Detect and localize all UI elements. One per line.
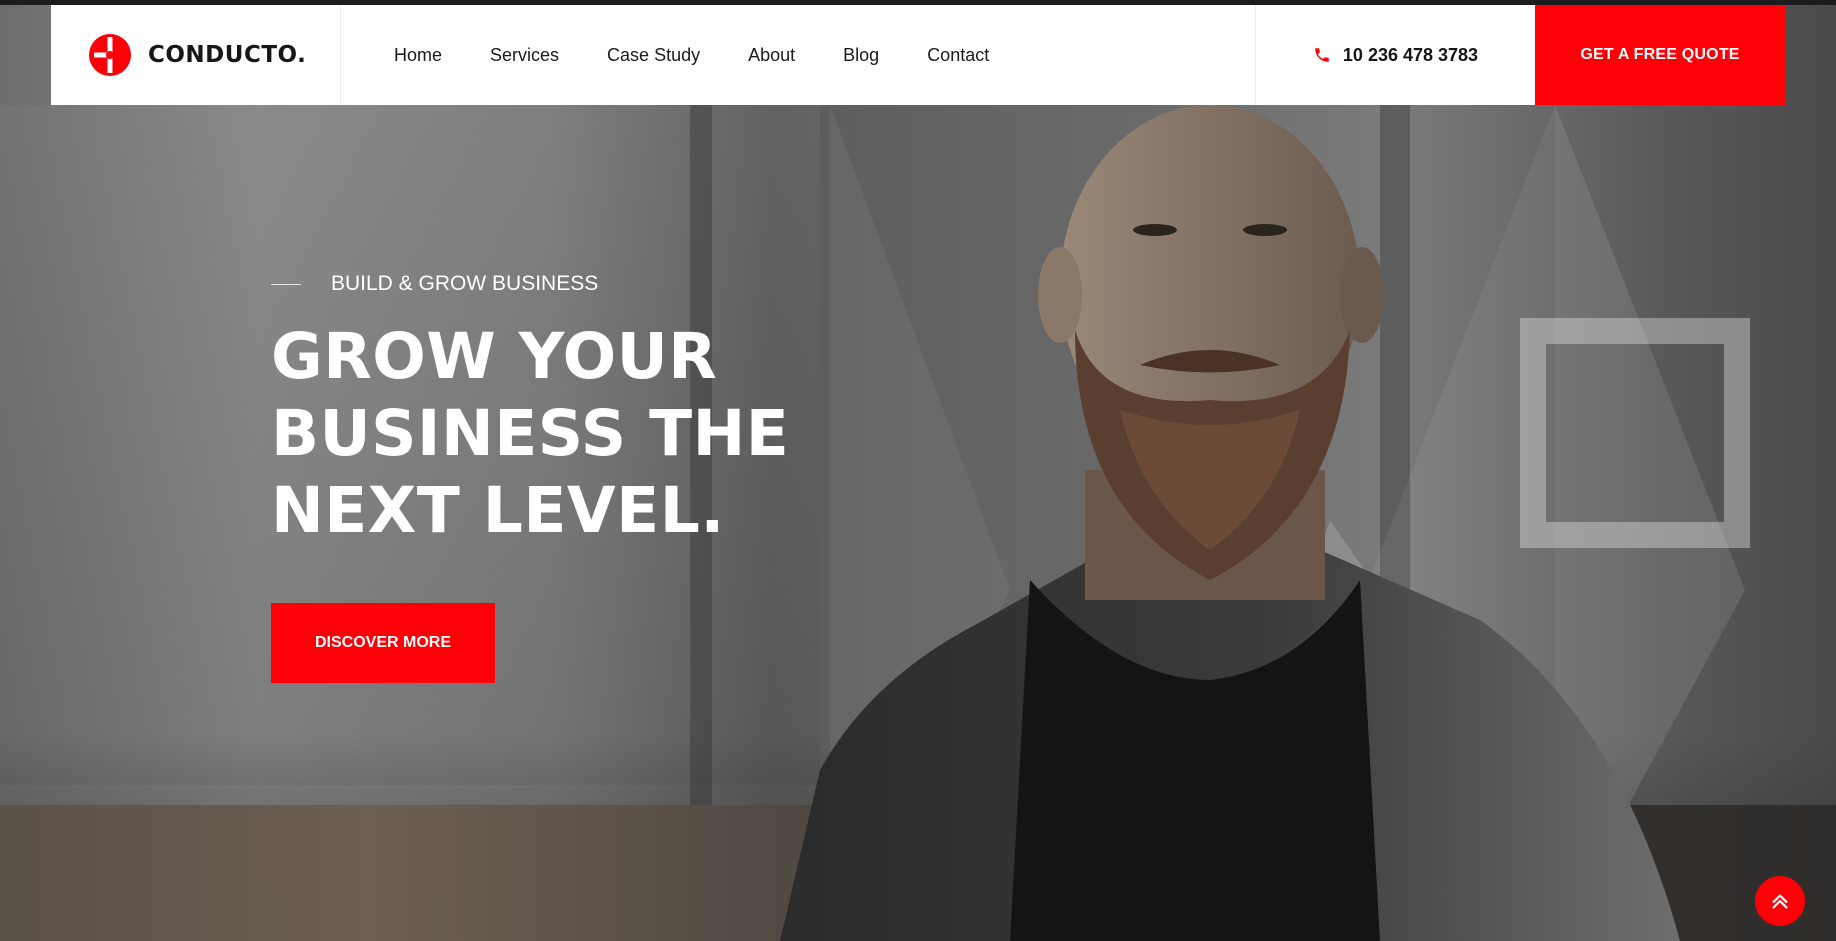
eyebrow-divider: [271, 283, 301, 285]
discover-more-button[interactable]: DISCOVER MORE: [271, 603, 495, 683]
eyebrow-text: BUILD & GROW BUSINESS: [331, 272, 599, 295]
hero-title: GROW YOUR BUSINESS THE NEXT LEVEL.: [271, 320, 790, 547]
brand-logo[interactable]: CONDUCTO.: [51, 5, 341, 105]
free-quote-button[interactable]: GET A FREE QUOTE: [1535, 5, 1785, 105]
header-phone[interactable]: 10 236 478 3783: [1255, 5, 1535, 105]
logo-icon: [89, 34, 131, 76]
nav-item-home[interactable]: Home: [394, 45, 442, 66]
nav-item-about[interactable]: About: [748, 45, 795, 66]
hero-eyebrow: BUILD & GROW BUSINESS: [271, 272, 831, 296]
double-chevron-up-icon: [1772, 894, 1788, 909]
hero-person-image: [780, 105, 1680, 941]
hero-content: BUILD & GROW BUSINESS GROW YOUR BUSINESS…: [271, 272, 831, 683]
phone-icon: [1315, 48, 1329, 62]
phone-number: 10 236 478 3783: [1342, 44, 1479, 65]
brand-name: CONDUCTO.: [148, 42, 307, 68]
scroll-top-button[interactable]: [1755, 876, 1805, 926]
nav-item-blog[interactable]: Blog: [843, 45, 879, 66]
nav-item-case-study[interactable]: Case Study: [607, 45, 700, 66]
site-header: CONDUCTO. Home Services Case Study About…: [51, 5, 1785, 105]
nav-item-services[interactable]: Services: [490, 45, 559, 66]
nav-item-contact[interactable]: Contact: [927, 45, 989, 66]
main-nav: Home Services Case Study About Blog Cont…: [341, 5, 1255, 105]
